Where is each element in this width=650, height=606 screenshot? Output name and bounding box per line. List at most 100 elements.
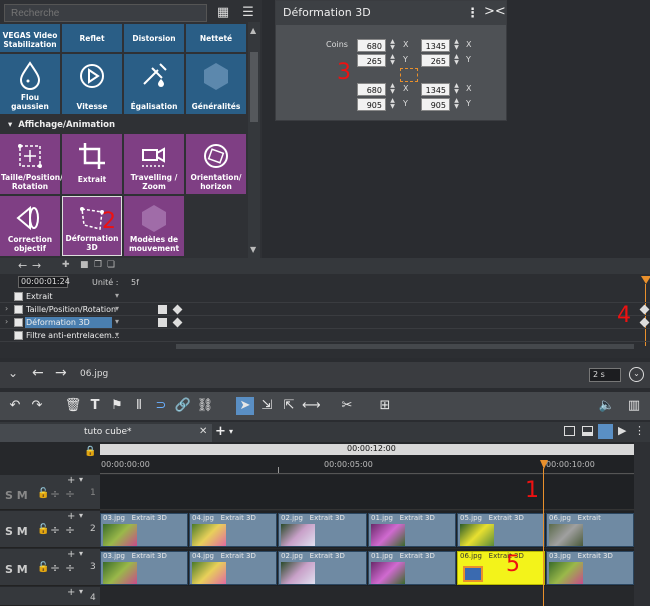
spin-arrows-icon[interactable]: ▲ ▼ [453, 98, 460, 111]
curve-editor-icon[interactable] [158, 318, 167, 327]
chevron-down-icon[interactable]: ▾ [115, 304, 119, 313]
track-header-2[interactable]: S M 🔓 ÷ ÷ + ▾ 2 [0, 511, 100, 548]
track-header-1[interactable]: S M 🔓 ÷ ÷ + ▾ 1 [0, 475, 100, 510]
undo-arrow-icon[interactable]: ← [18, 259, 27, 272]
spin-arrows-icon[interactable]: ▲ ▼ [389, 54, 396, 67]
scissors-icon[interactable]: ✂ [338, 397, 356, 415]
effect-tile-orientation[interactable]: Orientation/ horizon [186, 134, 246, 194]
redo-arrow-icon[interactable]: → [32, 259, 41, 272]
pointer-select-icon[interactable]: ⇲ [258, 397, 276, 415]
track-options-icon[interactable]: ÷ [65, 523, 75, 537]
spin-arrows-icon[interactable]: ▲ ▼ [389, 98, 396, 111]
checkbox[interactable] [14, 305, 23, 314]
keyframe-diamond[interactable] [639, 317, 650, 328]
clip[interactable]: 04.jpg Extrait 3D [189, 513, 277, 547]
playhead-marker[interactable] [540, 460, 548, 469]
add-icon[interactable]: + [67, 587, 75, 598]
checkbox[interactable] [14, 318, 23, 327]
spin-arrows-icon[interactable]: ▲ ▼ [453, 39, 460, 52]
effect-tile[interactable]: Reflet [62, 24, 122, 52]
delete-keyframe-icon[interactable]: ■ [80, 260, 89, 270]
scroll-down-icon[interactable]: ▼ [250, 245, 256, 254]
effects-scrollbar[interactable]: ▲ ▼ [248, 22, 260, 258]
effect-tile[interactable]: Netteté [186, 24, 246, 52]
scroll-thumb[interactable] [250, 52, 258, 122]
tl-x-field[interactable]: 680 [357, 39, 386, 52]
keyframe-diamond[interactable] [639, 304, 650, 315]
track-options-icon[interactable]: ÷ [50, 523, 60, 537]
spin-arrows-icon[interactable]: ▲ ▼ [389, 39, 396, 52]
track-options-icon[interactable]: ÷ [50, 561, 60, 575]
clip[interactable]: 04.jpg Extrait 3D [189, 551, 277, 585]
chevron-down-icon[interactable]: ▾ [79, 475, 83, 484]
layout-timeline-icon[interactable] [598, 424, 613, 439]
zoom-field[interactable]: 2 s [589, 368, 621, 382]
spin-arrows-icon[interactable]: ▲ ▼ [453, 54, 460, 67]
lock-icon[interactable]: 🔓 [37, 488, 49, 499]
checkbox[interactable] [14, 331, 23, 340]
undo-icon[interactable]: ↶ [6, 397, 24, 415]
lock-icon[interactable]: 🔓 [37, 524, 49, 535]
playhead-line[interactable] [543, 468, 544, 606]
track-header-3[interactable]: S M 🔓 ÷ ÷ + ▾ 3 [0, 549, 100, 586]
effect-tile-correction[interactable]: Correction objectif [0, 196, 60, 256]
clip[interactable]: 02.jpg Extrait 3D [278, 513, 367, 547]
close-icon[interactable]: ✕ [199, 426, 207, 437]
clip[interactable]: 03.jpg Extrait 3D [100, 513, 188, 547]
br-y-field[interactable]: 905 [421, 98, 450, 111]
keyframe-row-extrait[interactable]: Extrait ▾ [0, 290, 650, 303]
br-x-field[interactable]: 1345 [421, 83, 450, 96]
pointer-icon[interactable]: ➤ [236, 397, 254, 415]
effect-tile-travelling[interactable]: Travelling / Zoom [124, 134, 184, 194]
effect-tile-extrait[interactable]: Extrait [62, 134, 122, 194]
effect-tile-modeles[interactable]: Modèles de mouvement [124, 196, 184, 256]
mixer-panel-icon[interactable]: ▥ [625, 397, 643, 415]
time-ruler[interactable]: 00:00:00:00 00:00:05:00 00:00:10:00 [100, 455, 634, 474]
scroll-up-icon[interactable]: ▲ [250, 26, 256, 35]
checkbox[interactable] [14, 292, 23, 301]
timeline-overview-bar[interactable]: 00:00:12:00 [100, 444, 634, 455]
project-tab[interactable]: tuto cube* ✕ [0, 424, 212, 442]
layout-split-icon[interactable] [582, 426, 593, 436]
unlink-icon[interactable]: ⛓ [196, 397, 214, 415]
pointer-track-icon[interactable]: ⇱ [280, 397, 298, 415]
unit-value[interactable]: 5f [131, 278, 139, 287]
spin-arrows-icon[interactable]: ▲ ▼ [453, 83, 460, 96]
add-icon[interactable]: + [67, 475, 75, 486]
keyframe-row-deformation[interactable]: › Déformation 3D ▾ [0, 316, 650, 329]
camera-record-icon[interactable]: ▶ [618, 424, 626, 437]
track-options-icon[interactable]: ÷ [65, 487, 75, 501]
add-icon[interactable]: + [67, 511, 75, 522]
redo-icon[interactable]: ↷ [28, 397, 46, 415]
add-keyframe-icon[interactable]: ✚ [62, 260, 70, 270]
chevron-down-icon[interactable]: ▾ [115, 317, 119, 326]
track-header-4[interactable]: + ▾ 4 [0, 587, 100, 606]
keyframe-diamond[interactable] [172, 304, 183, 315]
back-arrow-icon[interactable]: ← [32, 365, 44, 381]
section-header[interactable]: ▾ Affichage/Animation [0, 118, 248, 132]
bl-x-field[interactable]: 680 [357, 83, 386, 96]
lock-icon[interactable]: 🔓 [37, 562, 49, 573]
chevron-down-icon[interactable]: ▾ [115, 291, 119, 300]
link-icon[interactable]: 🔗 [174, 397, 192, 415]
bl-y-field[interactable]: 905 [357, 98, 386, 111]
clip-selected[interactable]: 06.jpg Extrait 3D [457, 551, 545, 585]
clip[interactable]: 01.jpg Extrait 3D [368, 551, 456, 585]
solo-mute-labels[interactable]: S M [5, 525, 28, 538]
effect-tile[interactable]: Distorsion [124, 24, 184, 52]
mixer-icon[interactable]: ⫴ [130, 397, 148, 415]
clip[interactable]: 05.jpg Extrait 3D [457, 513, 545, 547]
spin-arrows-icon[interactable]: ▲ ▼ [389, 83, 396, 96]
layout-single-icon[interactable] [564, 426, 575, 436]
insert-icon[interactable]: ⊞ [376, 397, 394, 415]
paste-keyframe-icon[interactable]: ❏ [107, 260, 115, 270]
keyframe-scrollbar[interactable] [176, 344, 634, 349]
effect-tile[interactable]: VEGAS Video Stabilization [0, 24, 60, 52]
dropdown-circle-icon[interactable]: ⌄ [629, 367, 644, 382]
clip[interactable]: 03.jpg Extrait 3D [546, 551, 634, 585]
effect-tile-taille[interactable]: Taille/Position/ Rotation [0, 134, 63, 194]
clip[interactable]: 03.jpg Extrait 3D [100, 551, 188, 585]
chevron-down-icon[interactable]: ▾ [115, 330, 119, 339]
grid-view-icon[interactable]: ▦ [215, 5, 231, 21]
track-options-icon[interactable]: ÷ [50, 487, 60, 501]
